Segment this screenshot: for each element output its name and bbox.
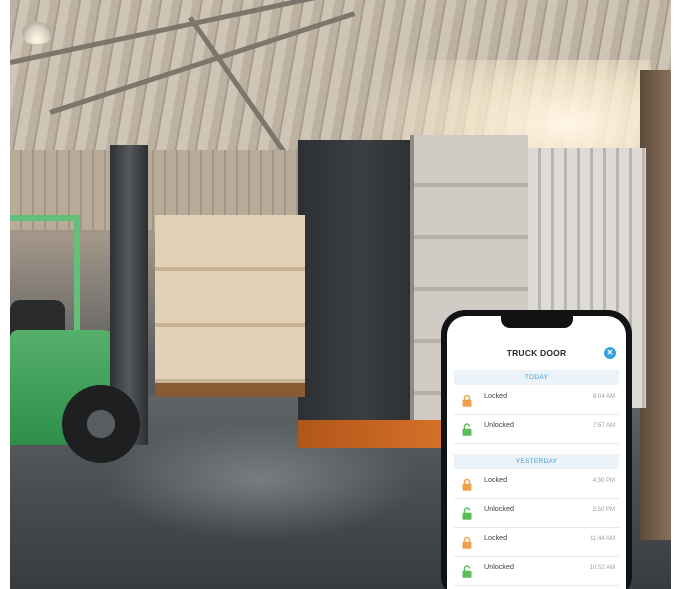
section-header-today: TODAY (454, 370, 619, 385)
event-status: Locked (484, 391, 508, 400)
lock-closed-icon (462, 394, 472, 412)
forklift-wheel (62, 385, 140, 463)
event-status: Unlocked (484, 504, 514, 513)
event-row[interactable]: Unlocked 7:57 AM (454, 415, 619, 444)
event-row[interactable]: Locked 4:30 PM (454, 470, 619, 499)
ceiling-lamp (22, 22, 52, 44)
lock-open-icon (462, 423, 472, 441)
app-title: TRUCK DOOR (506, 348, 567, 358)
event-time: 3:50 PM (592, 507, 615, 513)
container-bumper (298, 420, 448, 448)
event-status: Unlocked (484, 420, 514, 429)
app-header: TRUCK DOOR ✕ (447, 341, 626, 365)
lock-closed-icon (462, 478, 472, 496)
wrapped-pallet-boxes (155, 215, 305, 385)
phone-mockup: TRUCK DOOR ✕ TODAY Locked 8:04 AM Unlock… (441, 310, 632, 589)
event-time: 8:04 AM (592, 394, 615, 400)
event-row[interactable]: Unlocked 3:50 PM (454, 499, 619, 528)
event-time: 7:57 AM (592, 423, 615, 429)
section-header-yesterday: YESTERDAY (454, 454, 619, 469)
event-row[interactable]: Unlocked 10:52 AM (454, 557, 619, 586)
lock-closed-icon (462, 536, 472, 554)
event-status: Locked (484, 533, 508, 542)
container-interior (298, 140, 423, 430)
phone-screen: TRUCK DOOR ✕ TODAY Locked 8:04 AM Unlock… (447, 316, 626, 589)
event-time: 10:52 AM (589, 565, 615, 571)
event-time: 4:30 PM (592, 478, 615, 484)
event-status: Unlocked (484, 562, 514, 571)
phone-notch (501, 316, 573, 328)
close-icon[interactable]: ✕ (604, 347, 616, 359)
lock-open-icon (462, 565, 472, 583)
lock-open-icon (462, 507, 472, 525)
event-status: Locked (484, 475, 508, 484)
event-time: 11:44 AM (590, 536, 615, 542)
event-row[interactable]: Locked 11:44 AM (454, 528, 619, 557)
wooden-pallet (155, 383, 305, 397)
event-row[interactable]: Locked 8:04 AM (454, 386, 619, 415)
